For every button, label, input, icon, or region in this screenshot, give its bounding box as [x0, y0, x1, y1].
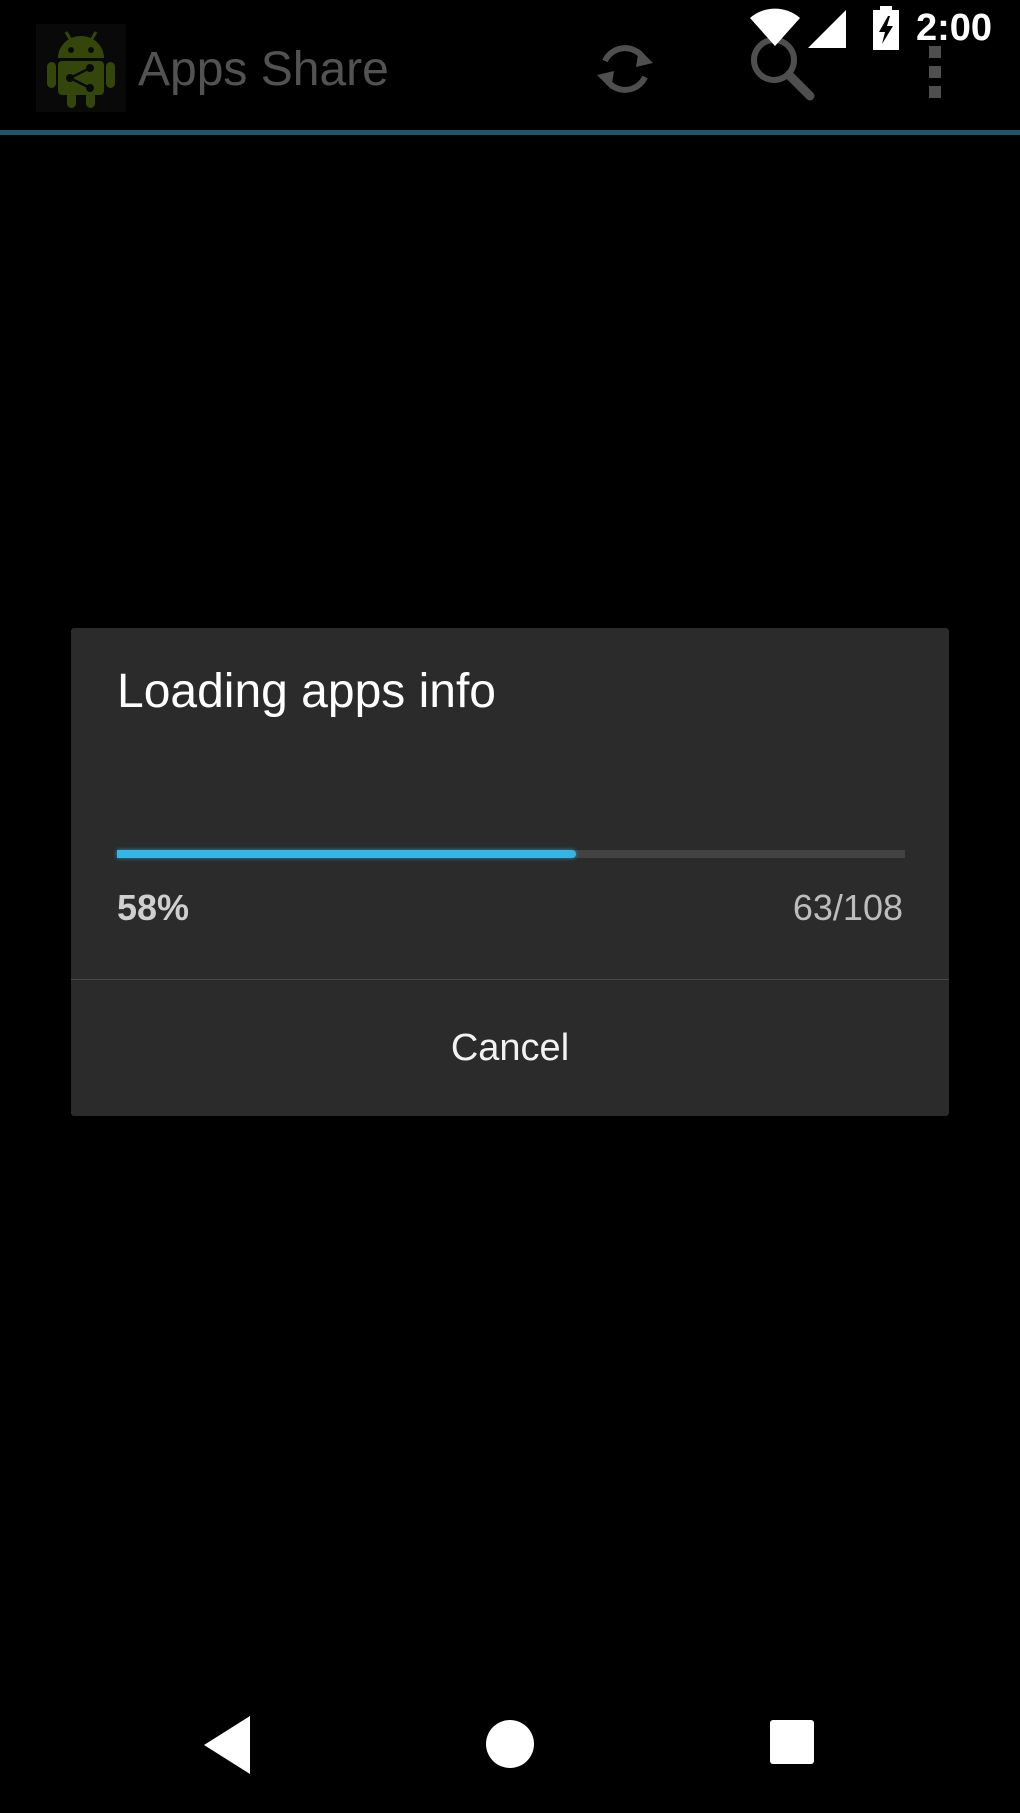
- battery-charging-icon: [872, 6, 900, 55]
- progress-bar-fill: [117, 850, 576, 858]
- progress-percent: 58%: [117, 887, 190, 928]
- progress-count: 63/108: [792, 887, 903, 928]
- action-bar-divider: [0, 130, 1020, 135]
- home-button[interactable]: [484, 1718, 536, 1770]
- progress-dialog: Loading apps info 58% 63/108 Cancel: [71, 628, 949, 1116]
- back-button[interactable]: [200, 1714, 254, 1776]
- cancel-button[interactable]: Cancel: [71, 980, 949, 1116]
- dialog-title: Loading apps info: [117, 665, 496, 718]
- navigation-bar: [0, 1686, 1020, 1813]
- home-icon: [486, 1720, 534, 1768]
- status-bar-clock: 2:00: [916, 7, 993, 49]
- status-bar: 2:00: [0, 0, 1020, 56]
- recents-button[interactable]: [768, 1718, 816, 1766]
- wifi-icon: [748, 6, 802, 53]
- screen: Apps Share 2:00 Loading apps info 58% 63…: [0, 0, 1020, 1813]
- progress-bar: [117, 850, 905, 858]
- signal-icon: [806, 10, 848, 53]
- recents-icon: [770, 1720, 814, 1764]
- back-icon: [204, 1716, 250, 1774]
